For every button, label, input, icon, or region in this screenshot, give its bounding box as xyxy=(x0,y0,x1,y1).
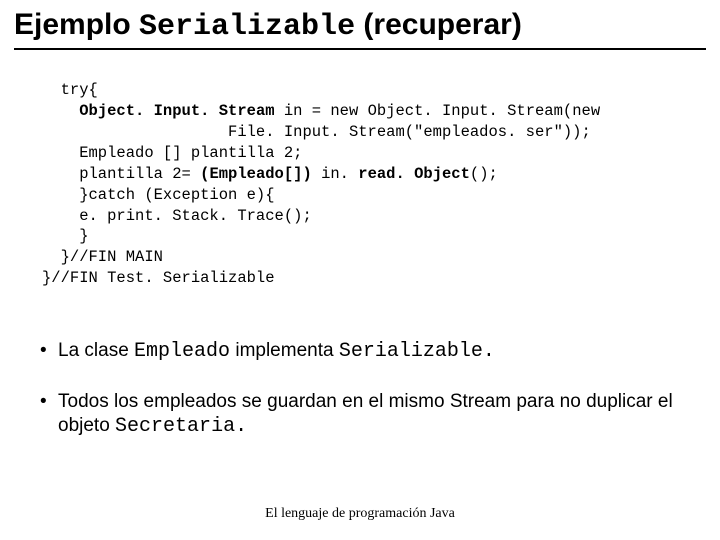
code-line-2a xyxy=(42,102,79,120)
code-line-5d: read. Object xyxy=(358,165,470,183)
title-pre: Ejemplo xyxy=(14,8,139,41)
bullet-1: La clase Empleado implementa Serializabl… xyxy=(40,339,706,364)
slide: Ejemplo Serializable (recuperar) try{ Ob… xyxy=(0,0,720,540)
bullet-1-text-c: implementa xyxy=(230,340,339,361)
code-line-4: Empleado [] plantilla 2; xyxy=(42,144,302,162)
title-mono: Serializable xyxy=(139,10,355,44)
slide-title: Ejemplo Serializable (recuperar) xyxy=(14,8,706,44)
title-underline xyxy=(14,48,706,50)
code-line-2c: in = new Object. Input. Stream(new xyxy=(275,102,601,120)
bullet-1-text-a: La clase xyxy=(58,340,134,361)
bullet-1-mono-d: Serializable. xyxy=(339,340,495,363)
code-line-9: }//FIN MAIN xyxy=(42,248,163,266)
bullet-1-mono-b: Empleado xyxy=(134,340,230,363)
title-post: (recuperar) xyxy=(355,8,522,41)
bullet-2-mono-b: Secretaria. xyxy=(115,415,247,438)
code-line-1: try{ xyxy=(42,81,98,99)
code-line-5a: plantilla 2= xyxy=(42,165,200,183)
code-line-5b: (Empleado[]) xyxy=(200,165,312,183)
code-line-2b: Object. Input. Stream xyxy=(79,102,274,120)
code-line-3: File. Input. Stream("empleados. ser")); xyxy=(42,123,591,141)
bullet-2: Todos los empleados se guardan en el mis… xyxy=(40,390,706,439)
code-line-5c: in. xyxy=(312,165,359,183)
slide-footer: El lenguaje de programación Java xyxy=(0,506,720,522)
code-line-7: e. print. Stack. Trace(); xyxy=(42,207,312,225)
code-line-8: } xyxy=(42,227,89,245)
code-line-10: }//FIN Test. Serializable xyxy=(42,269,275,287)
code-line-5e: (); xyxy=(470,165,498,183)
code-line-6: }catch (Exception e){ xyxy=(42,186,275,204)
code-block: try{ Object. Input. Stream in = new Obje… xyxy=(42,80,706,289)
bullet-list: La clase Empleado implementa Serializabl… xyxy=(14,339,706,439)
